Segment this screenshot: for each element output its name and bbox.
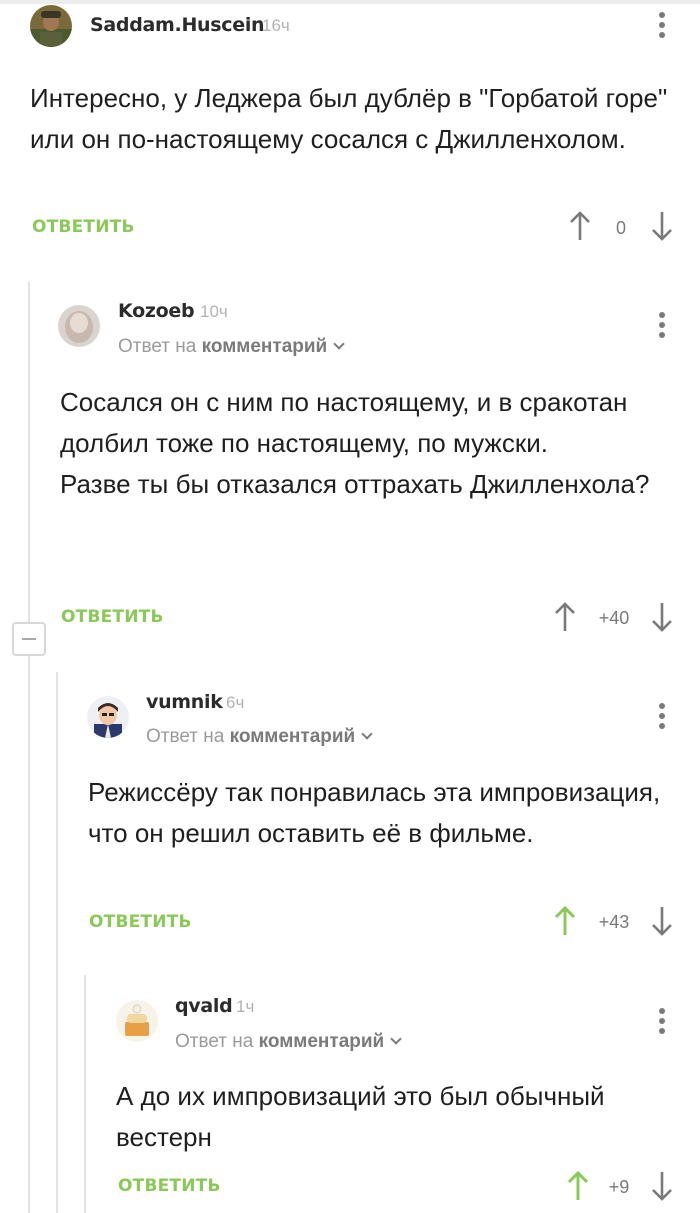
reply-prefix: Ответ на (175, 1031, 254, 1052)
vote-score: +40 (598, 608, 630, 628)
collapse-thread-button[interactable] (12, 622, 46, 656)
reply-to-link[interactable]: Ответ на комментарий (146, 726, 373, 748)
avatar[interactable] (30, 5, 72, 47)
chevron-down-icon (333, 338, 345, 350)
reply-button[interactable]: ОТВЕТИТЬ (61, 607, 164, 627)
arrow-up-icon[interactable] (553, 601, 577, 633)
kebab-menu-icon[interactable] (658, 703, 666, 731)
arrow-down-icon[interactable] (650, 210, 674, 242)
avatar[interactable] (87, 696, 129, 738)
comment-text-paragraph-2: Разве ты бы отказался оттрахать Джилленх… (60, 469, 650, 499)
comment-text: Режиссёру так понравилась эта импровизац… (88, 777, 661, 848)
comment-text: Сосался он с ним по настоящему, и в срак… (60, 382, 670, 505)
username[interactable]: vumnik (146, 691, 223, 713)
reply-button[interactable]: ОТВЕТИТЬ (118, 1176, 221, 1196)
reply-button[interactable]: ОТВЕТИТЬ (89, 912, 192, 932)
reply-target: комментарий (258, 1031, 385, 1052)
vote-score: +43 (598, 912, 630, 932)
reply-prefix: Ответ на (146, 726, 225, 747)
collapse-minus-icon (22, 638, 36, 640)
timestamp: 6ч (226, 693, 245, 712)
chevron-down-icon (361, 728, 373, 740)
arrow-down-icon[interactable] (650, 601, 674, 633)
comment-text: Интересно, у Леджера был дублёр в "Горба… (30, 83, 668, 154)
vote-score: +9 (608, 1177, 630, 1197)
arrow-down-icon[interactable] (650, 1170, 674, 1202)
reply-to-link[interactable]: Ответ на комментарий (175, 1031, 402, 1053)
chevron-down-icon (390, 1033, 402, 1045)
reply-target: комментарий (229, 726, 356, 747)
username[interactable]: Kozoeb (118, 300, 195, 322)
thread-line-level2 (56, 672, 58, 1213)
comment-text-paragraph-1: Сосался он с ним по настоящему, и в срак… (60, 387, 628, 458)
timestamp: 1ч (236, 997, 255, 1016)
arrow-up-icon[interactable] (553, 905, 577, 937)
top-divider (0, 0, 700, 4)
arrow-down-icon[interactable] (650, 905, 674, 937)
reply-to-link[interactable]: Ответ на комментарий (118, 336, 345, 358)
avatar[interactable] (58, 305, 100, 347)
kebab-menu-icon[interactable] (658, 12, 666, 40)
timestamp: 16ч (262, 16, 290, 35)
avatar[interactable] (116, 1000, 158, 1042)
kebab-menu-icon[interactable] (658, 312, 666, 340)
reply-prefix: Ответ на (118, 336, 197, 357)
thread-line-level1-continued (28, 656, 30, 1213)
thread-line-level3 (84, 975, 86, 1213)
arrow-up-icon[interactable] (566, 1170, 590, 1202)
username[interactable]: qvald (175, 995, 233, 1017)
reply-button[interactable]: ОТВЕТИТЬ (32, 217, 135, 237)
vote-score: 0 (615, 218, 626, 238)
arrow-up-icon[interactable] (568, 210, 592, 242)
reply-target: комментарий (201, 336, 328, 357)
username[interactable]: Saddam.Huscein (90, 14, 265, 36)
kebab-menu-icon[interactable] (658, 1008, 666, 1036)
thread-line-level1 (28, 282, 30, 624)
timestamp: 10ч (200, 302, 228, 321)
comment-text: А до их импровизаций это был обычный вес… (116, 1081, 605, 1152)
